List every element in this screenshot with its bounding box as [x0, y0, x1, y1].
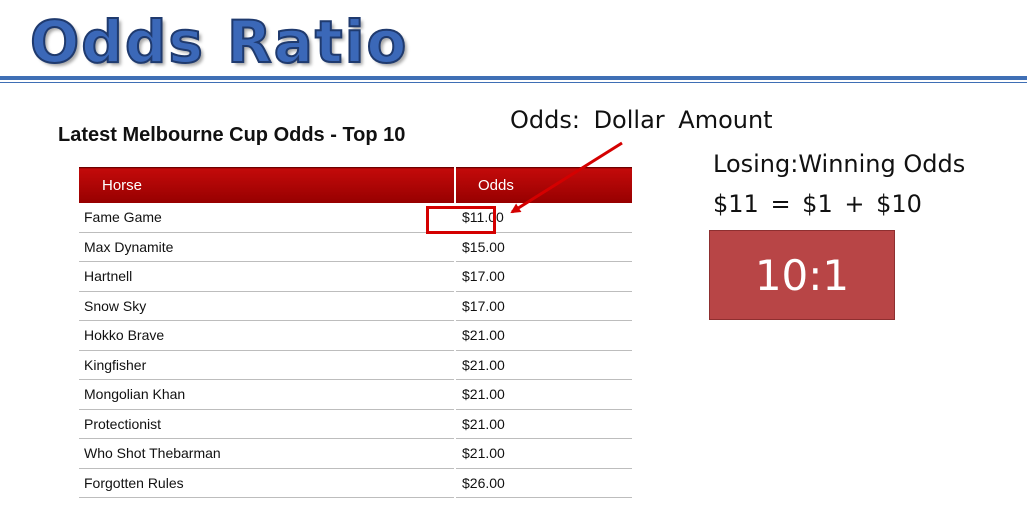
horse-name: Forgotten Rules [79, 468, 455, 498]
odds-annotation: Odds: Dollar Amount [510, 106, 773, 134]
ratio-box: 10:1 [709, 230, 895, 320]
table-row: Who Shot Thebarman $21.00 [79, 438, 632, 469]
header-odds: Odds [454, 167, 632, 203]
table-title: Latest Melbourne Cup Odds - Top 10 [58, 124, 406, 146]
highlight-box [426, 206, 496, 234]
title-divider-thin [0, 82, 1027, 83]
table-row: Mongolian Khan $21.00 [79, 379, 632, 410]
table-row: Fame Game $11.00 [79, 203, 632, 233]
table-row: Hartnell $17.00 [79, 261, 632, 292]
horse-name: Hartnell [79, 261, 455, 292]
table-row: Hokko Brave $21.00 [79, 320, 632, 351]
horse-name: Max Dynamite [79, 232, 455, 262]
odds-table: Horse Odds Fame Game $11.00 Max Dynamite… [79, 167, 632, 498]
horse-name: Hokko Brave [79, 320, 455, 351]
horse-name: Kingfisher [79, 350, 455, 380]
table-row: Forgotten Rules $26.00 [79, 468, 632, 498]
odds-value: $17.00 [454, 291, 632, 321]
horse-name: Snow Sky [79, 291, 455, 321]
table-row: Kingfisher $21.00 [79, 350, 632, 380]
odds-value: $21.00 [454, 409, 632, 439]
title-divider [0, 76, 1027, 80]
odds-equation: $11 = $1 + $10 [713, 190, 922, 218]
odds-value: $21.00 [454, 350, 632, 380]
horse-name: Fame Game [79, 203, 455, 233]
table-row: Max Dynamite $15.00 [79, 232, 632, 262]
table-header-row: Horse Odds [79, 167, 632, 203]
horse-name: Protectionist [79, 409, 455, 439]
odds-value: $26.00 [454, 468, 632, 498]
header-horse: Horse [79, 167, 455, 203]
odds-value: $17.00 [454, 261, 632, 292]
odds-value: $21.00 [454, 320, 632, 351]
odds-value: $21.00 [454, 438, 632, 469]
odds-value: $21.00 [454, 379, 632, 410]
horse-name: Mongolian Khan [79, 379, 455, 410]
odds-value: $15.00 [454, 232, 632, 262]
table-row: Snow Sky $17.00 [79, 291, 632, 321]
losing-winning-label: Losing:Winning Odds [713, 150, 966, 178]
horse-name: Who Shot Thebarman [79, 438, 455, 469]
table-row: Protectionist $21.00 [79, 409, 632, 439]
slide-title: Odds Ratio [29, 7, 409, 77]
